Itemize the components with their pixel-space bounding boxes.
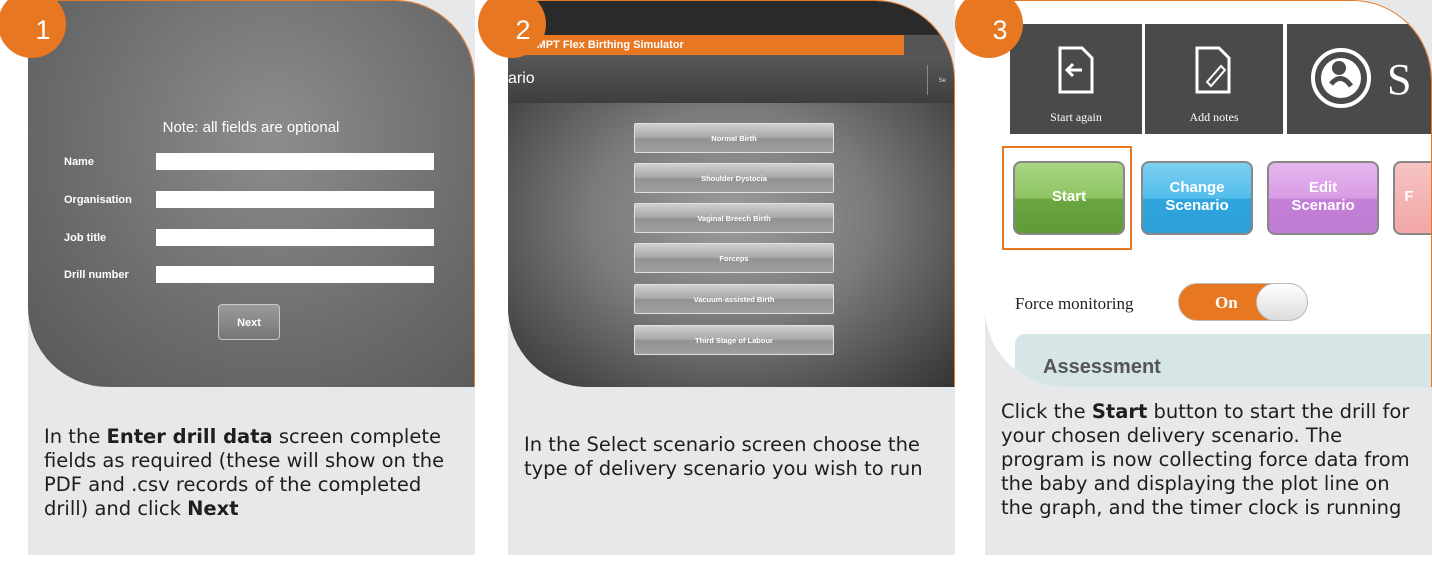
scenario-normal-birth[interactable]: Normal Birth <box>634 123 834 153</box>
app-title-bar: OMPT Flex Birthing Simulator <box>508 35 954 55</box>
edit-scenario-button[interactable]: Edit Scenario <box>1267 161 1379 235</box>
name-field[interactable] <box>156 153 434 170</box>
partial-button[interactable]: F <box>1393 161 1431 235</box>
drill-data-screen: Note: all fields are optional Name Organ… <box>28 1 474 387</box>
job-title-label: Job title <box>64 232 107 244</box>
next-button[interactable]: Next <box>218 304 280 340</box>
force-monitoring-toggle[interactable]: On <box>1178 283 1308 321</box>
job-title-field[interactable] <box>156 229 434 246</box>
screen-title: ario <box>508 70 535 87</box>
optional-note: Note: all fields are optional <box>162 119 340 136</box>
screen-header: ario Se <box>508 55 954 103</box>
organisation-field[interactable] <box>156 191 434 208</box>
step-caption: In the Select scenario screen choose the… <box>524 433 923 480</box>
step-card-3: Start again Add notes S Start Change Sce… <box>955 0 1432 561</box>
step-card-2: OMPT Flex Birthing Simulator ario Se Nor… <box>478 0 955 561</box>
start-again-icon <box>1058 46 1094 94</box>
screenshot-select-scenario: OMPT Flex Birthing Simulator ario Se Nor… <box>508 0 955 387</box>
baby-tile[interactable]: S <box>1287 24 1431 134</box>
step-caption: Click the Start button to start the dril… <box>1001 400 1410 519</box>
change-scenario-button[interactable]: Change Scenario <box>1141 161 1253 235</box>
scenario-third-stage-of-labour[interactable]: Third Stage of Labour <box>634 325 834 355</box>
assessment-heading: Assessment <box>1043 356 1161 378</box>
drill-number-field[interactable] <box>156 266 434 283</box>
scenario-shoulder-dystocia[interactable]: Shoulder Dystocia <box>634 163 834 193</box>
header-side-label: Se <box>938 78 946 84</box>
scenario-vacuum-assisted-birth[interactable]: Vacuum-assisted Birth <box>634 284 834 314</box>
scenario-forceps[interactable]: Forceps <box>634 243 834 273</box>
assessment-section: Assessment <box>1015 334 1431 387</box>
step-caption: In the Enter drill data screen complete … <box>44 425 445 520</box>
start-again-tile[interactable]: Start again <box>1010 24 1142 134</box>
drill-number-label: Drill number <box>64 269 129 281</box>
step-card-1: Note: all fields are optional Name Organ… <box>0 0 475 561</box>
organisation-label: Organisation <box>64 194 132 206</box>
screenshot-start-drill: Start again Add notes S Start Change Sce… <box>985 0 1432 387</box>
select-scenario-screen: OMPT Flex Birthing Simulator ario Se Nor… <box>508 1 954 387</box>
drill-control-screen: Start again Add notes S Start Change Sce… <box>985 1 1431 387</box>
add-notes-icon <box>1195 46 1231 94</box>
screenshot-enter-drill-data: Note: all fields are optional Name Organ… <box>28 0 475 387</box>
scenario-vaginal-breech-birth[interactable]: Vaginal Breech Birth <box>634 203 834 233</box>
start-highlight <box>1002 146 1132 250</box>
baby-icon <box>1311 48 1371 108</box>
scenario-list: Normal Birth Shoulder Dystocia Vaginal B… <box>508 103 954 387</box>
force-monitoring-label: Force monitoring <box>1015 294 1134 313</box>
name-label: Name <box>64 156 94 168</box>
add-notes-tile[interactable]: Add notes <box>1145 24 1283 134</box>
